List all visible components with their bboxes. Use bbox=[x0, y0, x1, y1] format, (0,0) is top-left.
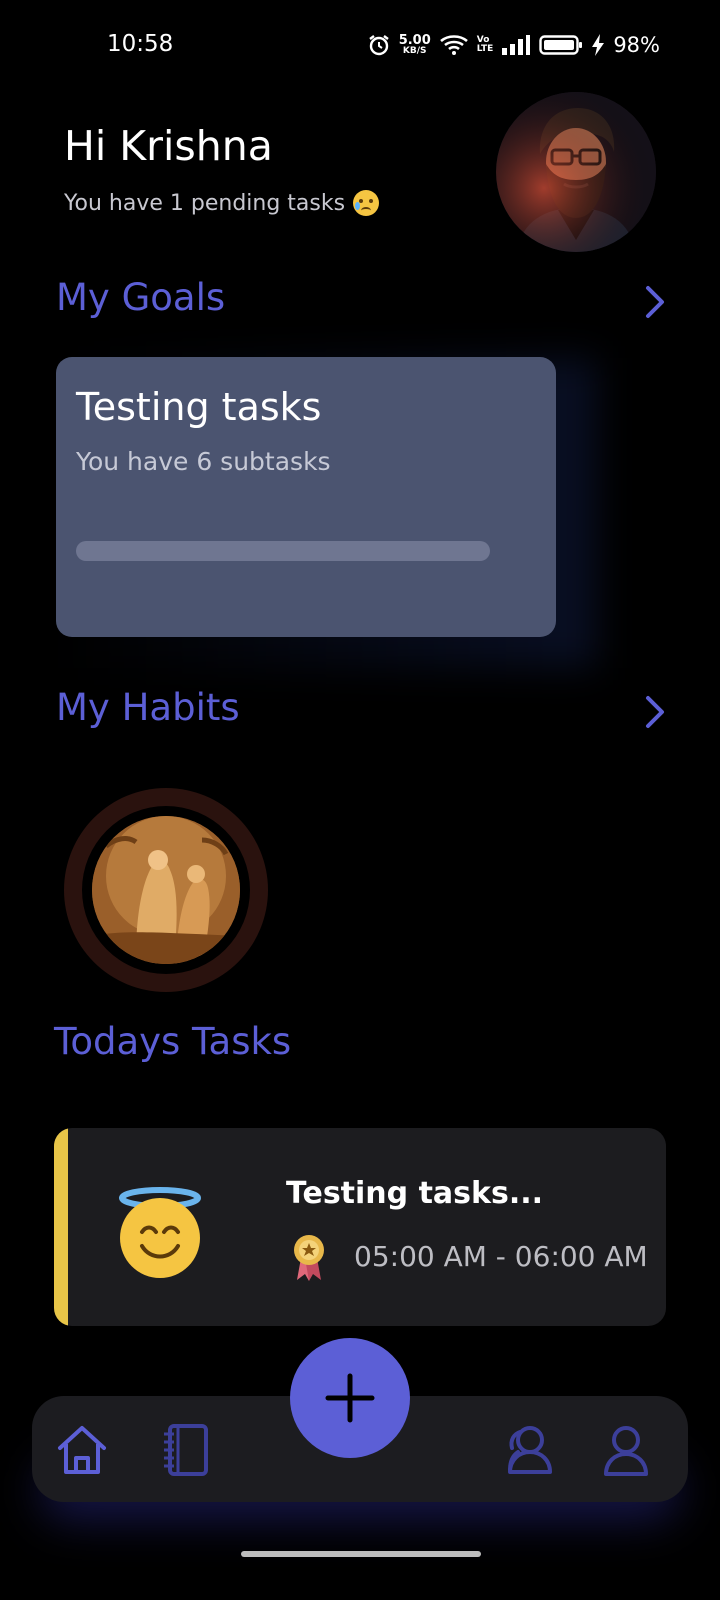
tasks-section-title: Todays Tasks bbox=[54, 1020, 292, 1063]
smiling-halo-face-icon bbox=[119, 1187, 201, 1278]
task-title: Testing tasks... bbox=[286, 1176, 544, 1211]
award-badge-icon bbox=[294, 1235, 324, 1281]
goal-subtitle: You have 6 subtasks bbox=[76, 447, 331, 476]
goals-chevron-right-icon[interactable] bbox=[640, 282, 670, 322]
home-icon[interactable] bbox=[54, 1422, 110, 1478]
goal-progress-bar bbox=[76, 541, 490, 561]
avatar[interactable] bbox=[496, 92, 656, 252]
habits-section-title: My Habits bbox=[56, 686, 240, 729]
habit-item[interactable] bbox=[64, 788, 268, 992]
greeting: Hi Krishna bbox=[64, 122, 273, 170]
alarm-icon bbox=[368, 35, 389, 56]
avatar-image bbox=[496, 92, 656, 252]
goals-section-title: My Goals bbox=[56, 276, 226, 319]
add-task-button[interactable] bbox=[290, 1338, 410, 1458]
task-time-range: 05:00 AM - 06:00 AM bbox=[354, 1240, 648, 1273]
habit-carving-image bbox=[92, 816, 240, 964]
sad-face-icon bbox=[353, 190, 380, 216]
goal-title: Testing tasks bbox=[76, 385, 322, 429]
habit-ring bbox=[82, 806, 250, 974]
battery-percent: 98% bbox=[613, 33, 660, 57]
notebook-icon[interactable] bbox=[158, 1422, 214, 1478]
pending-tasks-label: You have 1 pending tasks bbox=[64, 190, 346, 216]
volte-indicator: Vo LTE bbox=[477, 36, 494, 54]
group-icon[interactable] bbox=[500, 1422, 556, 1478]
status-time: 10:58 bbox=[107, 31, 174, 57]
goal-card[interactable]: Testing tasks You have 6 subtasks bbox=[56, 357, 556, 637]
home-indicator[interactable] bbox=[241, 1551, 481, 1557]
add-icon bbox=[325, 1373, 375, 1423]
charging-icon bbox=[592, 34, 605, 56]
status-icons: 5.00 KB/S Vo LTE 98% bbox=[367, 30, 660, 60]
network-speed-unit: KB/S bbox=[402, 46, 427, 56]
task-priority-accent bbox=[54, 1128, 68, 1326]
task-card[interactable]: Testing tasks... 05:00 AM - 06:00 AM bbox=[54, 1128, 666, 1326]
network-speed: 5.00 KB/S bbox=[399, 34, 431, 56]
wifi-icon bbox=[439, 35, 468, 55]
habit-image bbox=[92, 816, 240, 964]
status-bar: 10:58 5.00 KB/S Vo LTE 98% bbox=[0, 0, 720, 90]
pending-tasks-text: You have 1 pending tasks bbox=[64, 190, 380, 216]
profile-icon[interactable] bbox=[598, 1422, 654, 1478]
signal-icon bbox=[502, 35, 531, 55]
volte-bottom: LTE bbox=[476, 44, 494, 54]
habits-chevron-right-icon[interactable] bbox=[640, 692, 670, 732]
battery-icon bbox=[539, 35, 583, 55]
